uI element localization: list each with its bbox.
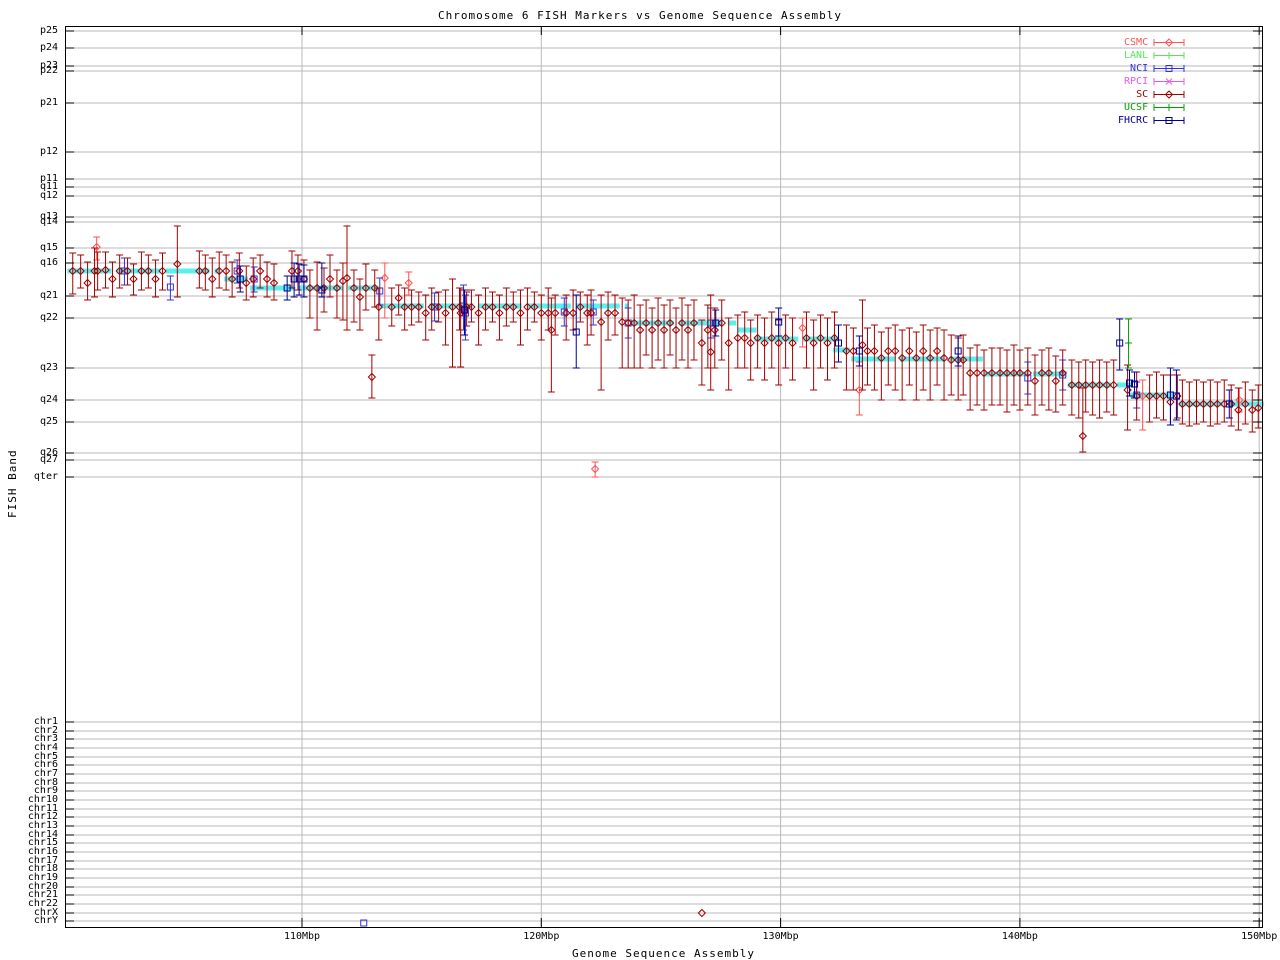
y-tick-label-p12: p12 [2, 147, 58, 157]
legend-sample-fhcrc [1153, 115, 1185, 126]
legend-label-nci: NCI [1130, 63, 1148, 74]
series-csmc [93, 237, 1243, 477]
y-tick-label-q15: q15 [2, 243, 58, 253]
y-tick-label-q23: q23 [2, 363, 58, 373]
legend-sample-nci [1153, 63, 1185, 74]
legend-sample-lanl [1153, 50, 1185, 61]
legend: CSMC LANL NCI RPCI SC UCSF FHCRC [1118, 36, 1185, 127]
y-tick-label-chrY: chrY [2, 916, 58, 926]
y-tick-label-q12: q12 [2, 191, 58, 201]
y-tick-label-p21: p21 [2, 98, 58, 108]
legend-sample-csmc [1153, 37, 1185, 48]
y-tick-label-p22: p22 [2, 66, 58, 76]
legend-row-nci: NCI [1118, 62, 1185, 75]
legend-row-fhcrc: FHCRC [1118, 114, 1185, 127]
series-sc [69, 226, 1261, 917]
legend-label-fhcrc: FHCRC [1118, 115, 1148, 126]
y-tick-label-q25: q25 [2, 417, 58, 427]
y-tick-label-p24: p24 [2, 43, 58, 53]
legend-sample-sc [1153, 89, 1185, 100]
chart-title: Chromosome 6 FISH Markers vs Genome Sequ… [0, 9, 1280, 22]
legend-sample-rpci [1153, 76, 1185, 87]
y-tick-label-q21: q21 [2, 291, 58, 301]
y-tick-label-q24: q24 [2, 395, 58, 405]
x-tick-label-130Mbp: 130Mbp [751, 931, 811, 942]
legend-row-ucsf: UCSF [1118, 101, 1185, 114]
legend-label-sc: SC [1136, 89, 1148, 100]
legend-label-lanl: LANL [1124, 50, 1148, 61]
plot-area [0, 0, 1280, 960]
x-tick-label-140Mbp: 140Mbp [990, 931, 1050, 942]
y-tick-label-p25: p25 [2, 26, 58, 36]
x-tick-label-120Mbp: 120Mbp [511, 931, 571, 942]
y-tick-label-q27: q27 [2, 455, 58, 465]
legend-label-csmc: CSMC [1124, 37, 1148, 48]
series-ucsf [1125, 319, 1132, 368]
y-tick-label-q14: q14 [2, 217, 58, 227]
x-tick-label-150Mbp: 150Mbp [1229, 931, 1280, 942]
assembly-trend-line [67, 271, 1264, 404]
legend-label-rpci: RPCI [1124, 76, 1148, 87]
y-tick-label-q22: q22 [2, 313, 58, 323]
y-tick-label-q16: q16 [2, 258, 58, 268]
series-fhcrc [237, 263, 1233, 425]
legend-row-csmc: CSMC [1118, 36, 1185, 49]
legend-row-sc: SC [1118, 88, 1185, 101]
legend-row-rpci: RPCI [1118, 75, 1185, 88]
chart-stage: Chromosome 6 FISH Markers vs Genome Sequ… [0, 0, 1280, 960]
legend-label-ucsf: UCSF [1124, 102, 1148, 113]
legend-sample-ucsf [1153, 102, 1185, 113]
legend-row-lanl: LANL [1118, 49, 1185, 62]
x-axis-label: Genome Sequence Assembly [65, 947, 1262, 960]
x-tick-label-110Mbp: 110Mbp [272, 931, 332, 942]
y-tick-label-qter: qter [2, 472, 58, 482]
gridlines [66, 27, 1261, 926]
